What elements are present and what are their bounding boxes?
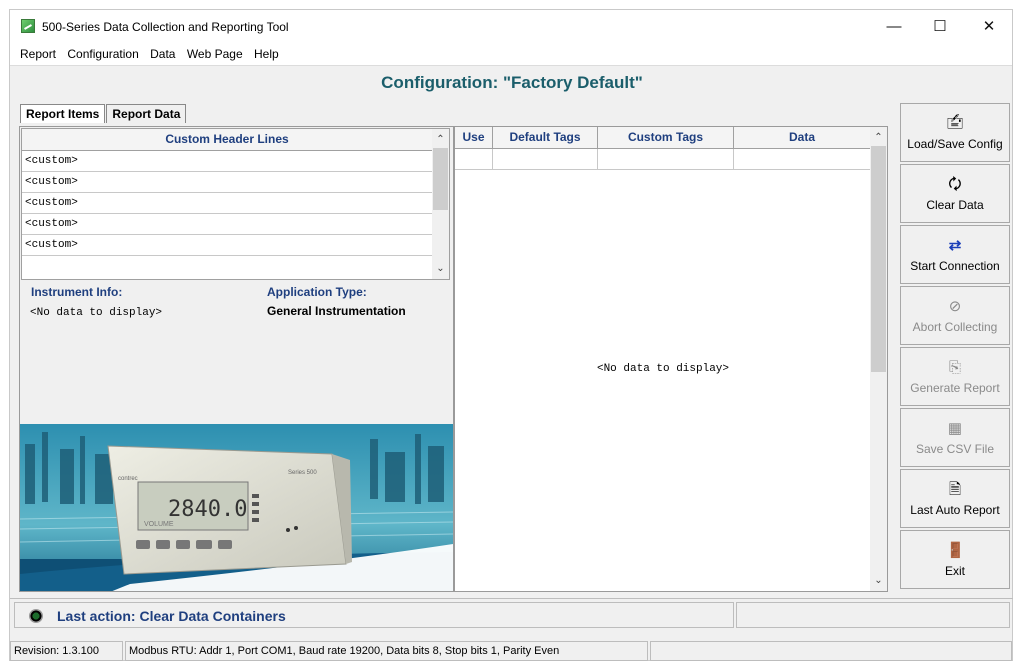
last-action-extra-panel [736,602,1010,628]
app-window: 500-Series Data Collection and Reporting… [9,9,1013,661]
device-brand-text: contrec [118,476,138,482]
generate-report-button[interactable]: ⎘ Generate Report [900,347,1010,406]
menu-web-page[interactable]: Web Page [183,44,247,64]
application-type-label: Application Type: [267,285,367,299]
scroll-up-icon[interactable]: ⌃ [870,129,887,146]
last-auto-report-label: Last Auto Report [910,503,1000,517]
tab-report-items[interactable]: Report Items [20,104,106,123]
menu-data[interactable]: Data [146,44,179,64]
instrument-info-label: Instrument Info: [31,285,123,299]
menu-report[interactable]: Report [16,44,60,64]
last-auto-report-button[interactable]: 🗎 Last Auto Report [900,469,1010,528]
table-row[interactable] [455,149,871,170]
custom-header-row[interactable]: <custom> [22,235,432,256]
instrument-info-value: <No data to display> [30,307,163,319]
column-default-tags[interactable]: Default Tags [493,127,598,149]
abort-collecting-label: Abort Collecting [912,320,998,334]
start-connection-button[interactable]: ⇄ Start Connection [900,225,1010,284]
load-save-config-button[interactable]: 🖆 Load/Save Config [900,103,1010,162]
data-grid-header: Use Default Tags Custom Tags Data [455,127,871,149]
no-data-message: <No data to display> [596,363,730,375]
abort-collecting-icon: ⊘ [948,298,962,315]
clear-data-label: Clear Data [926,198,984,212]
start-connection-icon: ⇄ [948,237,962,254]
minimize-button[interactable]: — [871,10,917,44]
abort-collecting-button[interactable]: ⊘ Abort Collecting [900,286,1010,345]
title-bar: 500-Series Data Collection and Reporting… [10,10,1012,44]
column-use[interactable]: Use [455,127,493,149]
device-model-text: Series 500 [288,470,317,476]
exit-label: Exit [944,564,965,578]
scroll-down-icon[interactable]: ⌄ [432,260,449,277]
last-auto-report-icon: 🗎 [948,481,962,498]
load-save-config-label: Load/Save Config [907,137,1003,151]
report-data-grid: Use Default Tags Custom Tags Data <No da… [454,126,888,592]
status-extra [650,641,1012,661]
menu-bar: Report Configuration Data Web Page Help [10,44,1012,66]
scroll-thumb[interactable] [871,146,886,372]
last-action-text: Last action: Clear Data Containers [57,608,286,624]
load-save-config-icon: 🖆 [946,115,964,132]
scroll-down-icon[interactable]: ⌄ [870,572,887,589]
scroll-up-icon[interactable]: ⌃ [432,131,449,148]
device-reading-text: 2840.0 [168,497,247,522]
application-type-value: General Instrumentation [267,304,406,318]
exit-icon: 🚪 [946,542,965,559]
maximize-button[interactable]: ☐ [917,10,963,44]
status-led-icon [29,609,43,623]
column-data[interactable]: Data [734,127,871,149]
status-bar: Revision: 1.3.100 Modbus RTU: Addr 1, Po… [10,640,1013,661]
generate-report-icon: ⎘ [948,359,961,376]
tab-report-data[interactable]: Report Data [106,104,187,123]
last-action-panel: Last action: Clear Data Containers [14,602,734,628]
device-unit-text: VOLUME [144,521,174,528]
revision-status: Revision: 1.3.100 [10,641,123,661]
custom-header-column: Custom Header Lines [22,129,432,151]
custom-header-row[interactable]: <custom> [22,214,432,235]
scroll-thumb[interactable] [433,148,448,210]
save-csv-file-label: Save CSV File [915,442,995,456]
last-action-bar: Last action: Clear Data Containers [10,598,1013,632]
window-title: 500-Series Data Collection and Reporting… [42,20,289,34]
connection-status: Modbus RTU: Addr 1, Port COM1, Baud rate… [125,641,648,661]
config-title: Configuration: "Factory Default" [381,73,643,92]
custom-header-row[interactable]: <custom> [22,193,432,214]
generate-report-label: Generate Report [910,381,1000,395]
table-cell[interactable] [455,149,493,170]
close-button[interactable]: ✕ [966,10,1012,44]
tab-bar: Report Items Report Data [20,104,187,124]
table-cell[interactable] [734,149,871,170]
custom-header-row[interactable]: <custom> [22,172,432,193]
data-scrollbar[interactable]: ⌃ ⌄ [870,127,887,591]
custom-header-grid: Custom Header Lines <custom> <custom> <c… [21,128,450,280]
header-scrollbar[interactable]: ⌃ ⌄ [432,129,449,279]
report-items-panel: Custom Header Lines <custom> <custom> <c… [19,126,454,592]
table-cell[interactable] [493,149,598,170]
action-sidebar: 🖆 Load/Save Config 🗘 Clear Data ⇄ Start … [898,103,1012,593]
clear-data-button[interactable]: 🗘 Clear Data [900,164,1010,223]
menu-configuration[interactable]: Configuration [63,44,142,64]
exit-button[interactable]: 🚪 Exit [900,530,1010,589]
save-csv-file-icon: ▦ [947,420,963,437]
app-icon [21,19,35,33]
clear-data-icon: 🗘 [948,176,962,193]
table-cell[interactable] [598,149,734,170]
column-custom-tags[interactable]: Custom Tags [598,127,734,149]
instrument-product-image: contrec Series 500 2840.0 VOLUME [20,424,453,591]
save-csv-file-button[interactable]: ▦ Save CSV File [900,408,1010,467]
menu-help[interactable]: Help [250,44,283,64]
custom-header-row[interactable]: <custom> [22,151,432,172]
custom-header-row[interactable] [22,256,432,277]
start-connection-label: Start Connection [910,259,1000,273]
